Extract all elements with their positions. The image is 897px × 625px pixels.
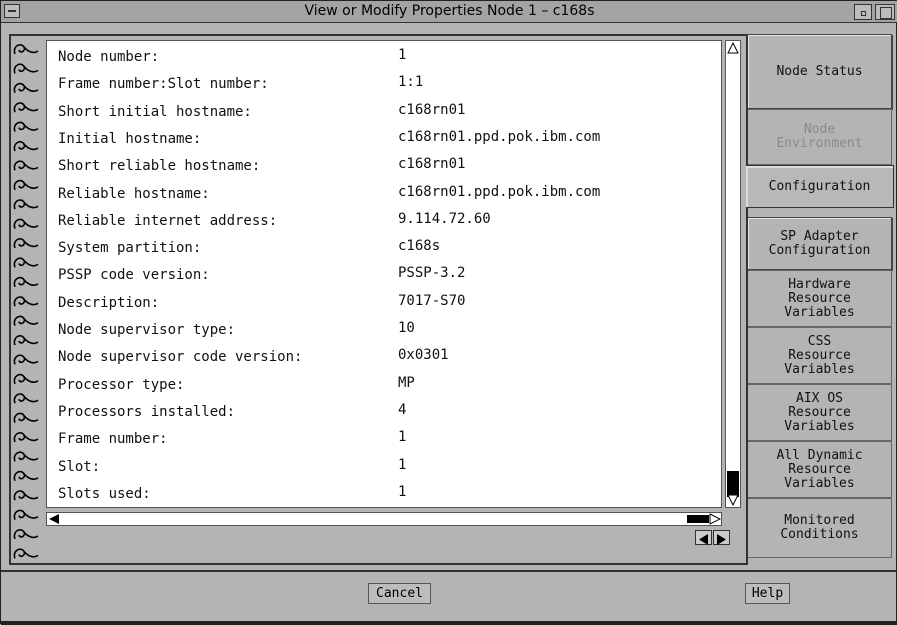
arrow-down-icon[interactable] bbox=[727, 494, 739, 506]
tab-monitored-conditions[interactable]: Monitored Conditions bbox=[748, 498, 892, 558]
tab-hardware-resource-variables[interactable]: Hardware Resource Variables bbox=[748, 270, 892, 327]
property-label: Node supervisor type: bbox=[58, 322, 236, 338]
property-label: Processor type: bbox=[58, 376, 185, 393]
page-prev-icon[interactable] bbox=[695, 530, 712, 545]
property-value: c168s bbox=[398, 238, 441, 255]
page-navigator bbox=[695, 530, 735, 546]
property-value: c168rn01 bbox=[398, 156, 466, 173]
tab-label-line: Node bbox=[803, 122, 836, 137]
property-label: Reliable internet address: bbox=[58, 212, 278, 229]
property-value: PSSP-3.2 bbox=[398, 265, 466, 282]
property-label: PSSP code version: bbox=[58, 267, 210, 284]
vertical-scrollbar[interactable] bbox=[725, 40, 741, 508]
property-value: 4 bbox=[398, 401, 407, 418]
tab-label-line: Configuration bbox=[768, 178, 871, 194]
tab-label-line: Resource bbox=[788, 290, 851, 306]
tab-node-status[interactable]: Node Status bbox=[748, 34, 892, 109]
arrow-right-icon[interactable] bbox=[709, 513, 721, 525]
maximize-icon[interactable] bbox=[875, 4, 895, 20]
tab-all-dynamic-resource-variables[interactable]: All Dynamic Resource Variables bbox=[748, 441, 892, 498]
property-label: System partition: bbox=[58, 240, 202, 257]
spiral-binding-icon bbox=[13, 44, 39, 559]
property-label: Slots used: bbox=[58, 485, 151, 502]
tab-label-line: Resource bbox=[788, 404, 851, 420]
tab-label-line: All Dynamic bbox=[776, 447, 863, 463]
divider bbox=[1, 570, 897, 572]
notebook-panel: Node number: 1 Frame number:Slot number: 1:… bbox=[9, 34, 746, 565]
property-value: c168rn01.ppd.pok.ibm.com bbox=[398, 183, 601, 200]
property-label: Description: bbox=[58, 294, 160, 311]
property-value: 1 bbox=[398, 429, 407, 446]
tab-label-line: Environment bbox=[776, 136, 863, 151]
window-title: View or Modify Properties Node 1 – c168s bbox=[304, 3, 595, 19]
title-bar[interactable]: View or Modify Properties Node 1 – c168s bbox=[1, 1, 897, 23]
tab-label-line: Node Status bbox=[776, 63, 863, 79]
property-label: Short reliable hostname: bbox=[58, 158, 261, 175]
arrow-up-icon[interactable] bbox=[727, 42, 739, 54]
property-label: Frame number: bbox=[58, 431, 168, 448]
tab-column: Node Status Node Environment Configuration S… bbox=[746, 34, 897, 565]
property-label: Node number: bbox=[58, 49, 160, 65]
properties-window: View or Modify Properties Node 1 – c168s… bbox=[0, 0, 897, 625]
property-label: Frame number:Slot number: bbox=[58, 76, 269, 93]
property-label: Initial hostname: bbox=[58, 130, 202, 147]
tab-sp-adapter-configuration[interactable]: SP Adapter Configuration bbox=[748, 217, 892, 270]
property-value: MP bbox=[398, 374, 415, 391]
property-value: 9.114.72.60 bbox=[398, 210, 491, 227]
tab-label-line: Variables bbox=[784, 361, 855, 377]
tab-label-line: Variables bbox=[784, 418, 855, 434]
tab-label-line: CSS bbox=[807, 333, 832, 349]
property-value: c168rn01 bbox=[398, 101, 466, 118]
tab-node-environment[interactable]: Node Environment bbox=[748, 109, 892, 165]
window-bottom-border bbox=[1, 621, 897, 625]
cancel-button[interactable]: Cancel bbox=[368, 583, 431, 604]
properties-list: Node number: 1 Frame number:Slot number: 1:… bbox=[46, 40, 722, 508]
property-value: 1:1 bbox=[398, 74, 424, 91]
tab-configuration[interactable]: Configuration bbox=[746, 165, 894, 208]
tab-aix-os-resource-variables[interactable]: AIX OS Resource Variables bbox=[748, 384, 892, 441]
horizontal-scrollbar[interactable] bbox=[46, 512, 722, 526]
property-label: Reliable hostname: bbox=[58, 185, 210, 202]
tab-label-line: Monitored bbox=[784, 513, 855, 528]
property-value: 1 bbox=[398, 47, 407, 63]
tab-css-resource-variables[interactable]: CSS Resource Variables bbox=[748, 327, 892, 384]
tab-label-line: Resource bbox=[788, 461, 851, 477]
page-next-icon[interactable] bbox=[713, 530, 730, 545]
tab-label-line: Hardware bbox=[788, 276, 851, 292]
tab-label-line: SP Adapter bbox=[780, 228, 859, 244]
minimize-icon[interactable] bbox=[854, 4, 872, 20]
property-value: 7017-S70 bbox=[398, 292, 466, 309]
property-value: 10 bbox=[398, 320, 415, 336]
tab-label-line: Resource bbox=[788, 347, 851, 363]
tab-label-line: Variables bbox=[784, 475, 855, 491]
tab-label-line: Conditions bbox=[780, 527, 859, 542]
tab-label-line: AIX OS bbox=[796, 390, 843, 406]
property-label: Processors installed: bbox=[58, 403, 236, 420]
arrow-left-icon[interactable] bbox=[48, 513, 60, 525]
property-label: Short initial hostname: bbox=[58, 103, 252, 120]
property-value: 0x0301 bbox=[398, 347, 449, 364]
property-value: c168rn01.ppd.pok.ibm.com bbox=[398, 128, 601, 145]
tab-label-line: Configuration bbox=[768, 242, 871, 258]
property-value: 1 bbox=[398, 456, 407, 473]
property-value: 1 bbox=[398, 483, 407, 500]
property-label: Node supervisor code version: bbox=[58, 349, 303, 366]
help-button[interactable]: Help bbox=[745, 583, 790, 604]
tab-label-line: Variables bbox=[784, 304, 855, 320]
property-label: Slot: bbox=[58, 458, 101, 475]
horizontal-scroll-thumb[interactable] bbox=[687, 515, 709, 523]
